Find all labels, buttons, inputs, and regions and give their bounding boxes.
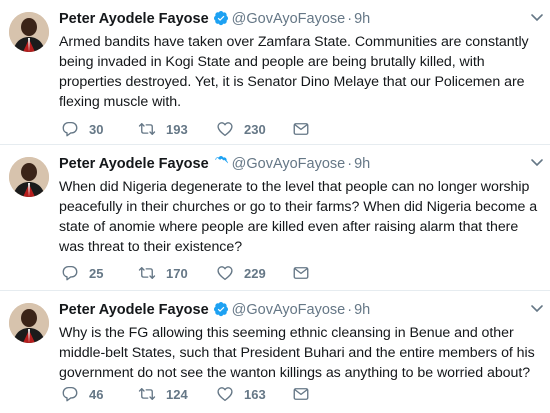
- direct-message-button[interactable]: [292, 263, 310, 283]
- like-count: 163: [244, 386, 266, 402]
- like-button[interactable]: 163: [216, 384, 266, 404]
- retweet-count: 124: [166, 386, 188, 402]
- separator-dot: ·: [347, 302, 353, 318]
- user-handle[interactable]: @GovAyoFayose: [232, 11, 346, 27]
- timestamp[interactable]: 9h: [354, 302, 370, 318]
- heart-icon: [217, 266, 233, 281]
- like-button[interactable]: 230: [216, 119, 266, 139]
- timestamp[interactable]: 9h: [354, 11, 370, 27]
- timeline: Peter Ayodele Fayose @GovAyoFayose · 9h Arm…: [0, 0, 550, 413]
- retweet-icon: [138, 388, 156, 400]
- direct-message-button[interactable]: [292, 119, 310, 139]
- tweet-header: Peter Ayodele Fayose @GovAyoFayose · 9h: [59, 154, 542, 174]
- separator-dot: ·: [347, 11, 353, 27]
- heart-icon: [217, 122, 233, 137]
- retweet-icon: [138, 267, 156, 279]
- tweet-text: When did Nigeria degenerate to the level…: [59, 179, 538, 255]
- display-name[interactable]: Peter Ayodele Fayose: [59, 11, 209, 27]
- tweet[interactable]: Peter Ayodele Fayose @GovAyoFayose · 9h Whe…: [0, 145, 550, 291]
- tweet-header: Peter Ayodele Fayose @GovAyoFayose · 9h: [59, 300, 542, 320]
- reply-button[interactable]: 30: [61, 119, 103, 139]
- direct-message-button[interactable]: [292, 384, 310, 404]
- avatar[interactable]: [9, 157, 49, 197]
- envelope-icon: [293, 388, 309, 400]
- retweet-button[interactable]: 193: [138, 119, 188, 139]
- like-count: 229: [244, 265, 266, 281]
- display-name[interactable]: Peter Ayodele Fayose: [59, 302, 209, 318]
- verified-badge-icon: [213, 11, 228, 26]
- like-count: 230: [244, 121, 266, 137]
- reply-icon: [62, 386, 78, 402]
- envelope-icon: [293, 123, 309, 135]
- timestamp[interactable]: 9h: [354, 156, 370, 172]
- envelope-icon: [293, 267, 309, 279]
- verified-badge-icon: [214, 156, 228, 166]
- tweet-text: Armed bandits have taken over Zamfara St…: [59, 34, 529, 110]
- tweet-text: Why is the FG allowing this seeming ethn…: [59, 325, 535, 381]
- user-handle[interactable]: @GovAyoFayose: [232, 302, 346, 318]
- retweet-count: 170: [166, 265, 188, 281]
- tweet[interactable]: Peter Ayodele Fayose @GovAyoFayose · 9h Why…: [0, 291, 550, 413]
- verified-badge-icon: [213, 302, 228, 317]
- reply-button[interactable]: 46: [61, 384, 103, 404]
- avatar[interactable]: [9, 12, 49, 52]
- retweet-button[interactable]: 170: [138, 263, 188, 283]
- tweet-header: Peter Ayodele Fayose @GovAyoFayose · 9h: [59, 9, 542, 29]
- like-button[interactable]: 229: [216, 263, 266, 283]
- retweet-icon: [138, 123, 156, 135]
- heart-icon: [217, 387, 233, 402]
- retweet-button[interactable]: 124: [138, 384, 188, 404]
- reply-button[interactable]: 25: [61, 263, 103, 283]
- avatar[interactable]: [9, 303, 49, 343]
- reply-icon: [62, 121, 78, 137]
- retweet-count: 193: [166, 121, 188, 137]
- reply-count: 25: [89, 265, 104, 281]
- reply-icon: [62, 265, 78, 281]
- reply-count: 46: [89, 386, 104, 402]
- tweet[interactable]: Peter Ayodele Fayose @GovAyoFayose · 9h Arm…: [0, 0, 550, 145]
- user-handle[interactable]: @GovAyoFayose: [232, 156, 346, 172]
- reply-count: 30: [89, 121, 104, 137]
- display-name[interactable]: Peter Ayodele Fayose: [59, 156, 209, 172]
- separator-dot: ·: [347, 156, 353, 172]
